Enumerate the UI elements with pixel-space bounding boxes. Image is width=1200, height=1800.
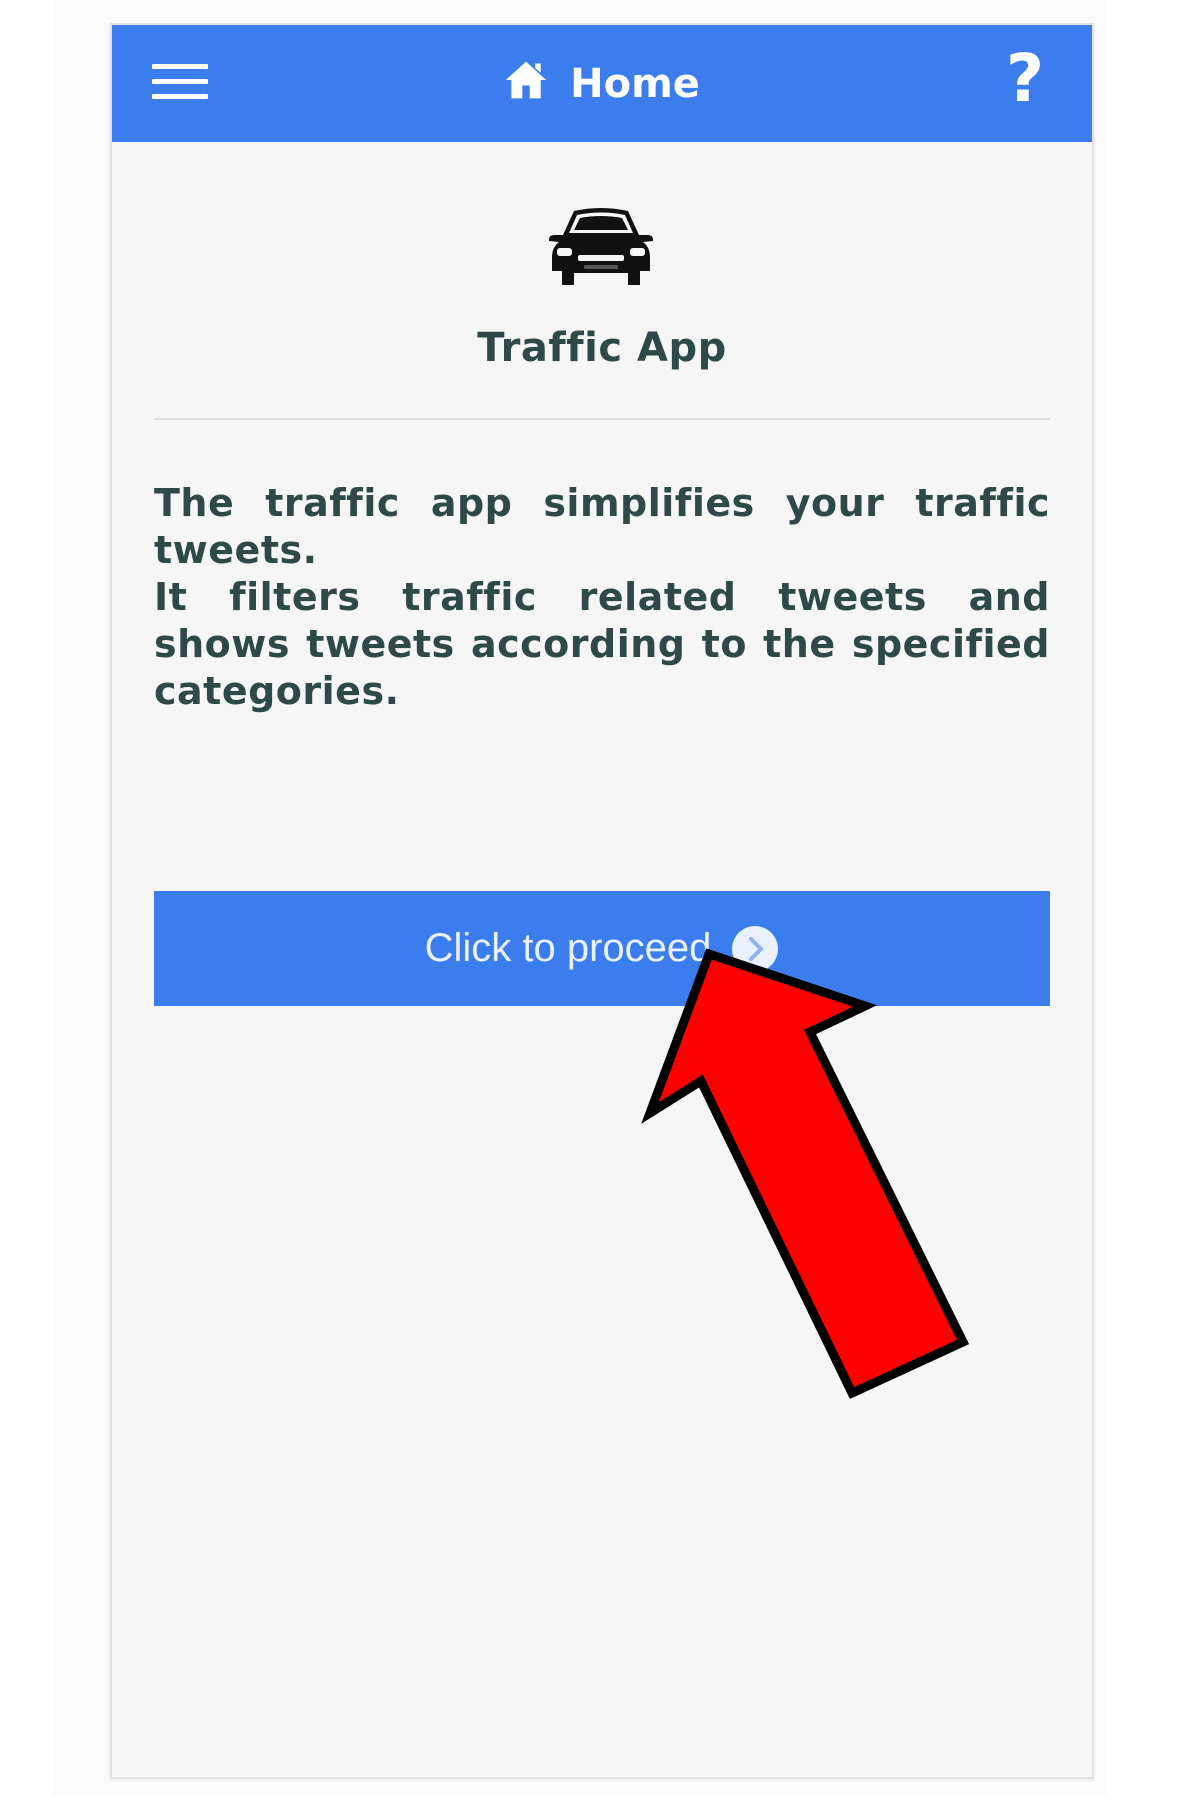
divider <box>154 418 1050 420</box>
header-title-bar: Home <box>112 25 1092 142</box>
app-screen: Home ? Traffic App The traffic app simpl… <box>110 23 1094 1779</box>
description-paragraph: It filters traffic related tweets and sh… <box>154 575 1050 713</box>
description-paragraph: The traffic app simplifies your traffic … <box>154 481 1050 572</box>
app-header: Home ? <box>112 25 1092 142</box>
page-title: Home <box>570 60 700 107</box>
car-icon <box>549 208 653 285</box>
app-description: The traffic app simplifies your traffic … <box>154 480 1050 715</box>
home-icon <box>505 61 547 98</box>
proceed-button[interactable]: Click to proceed <box>154 891 1050 1006</box>
chevron-right-circle-icon <box>732 925 779 972</box>
proceed-button-label: Click to proceed <box>424 926 712 970</box>
app-title: Traffic App <box>477 325 727 371</box>
help-button[interactable]: ? <box>998 39 1052 119</box>
